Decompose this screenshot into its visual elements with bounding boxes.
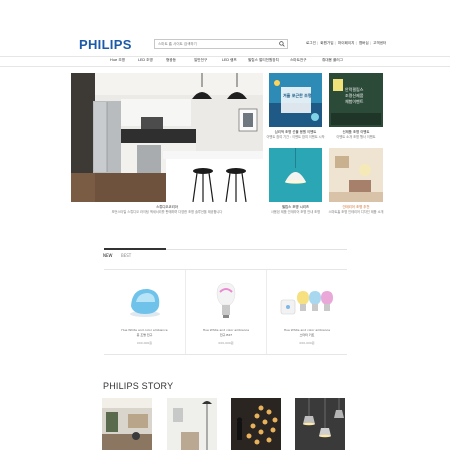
winter-event-image — [269, 73, 322, 127]
hue-go-lamp-image — [130, 288, 160, 317]
promo-banner-line-3: 체험이벤트 — [345, 99, 364, 104]
nav-item-power[interactable]: 필립스 멀티전원장치 — [248, 58, 279, 63]
promo-thumb-3[interactable] — [269, 148, 322, 202]
story-card-3[interactable] — [231, 398, 281, 450]
nav-item-led[interactable]: LED 조명 — [138, 58, 153, 63]
product-sub-3: 스타터 키트 — [299, 333, 315, 337]
promo-thumb-2[interactable]: 안락필립스 조명신제품 체험이벤트 — [329, 73, 383, 127]
story-card-4[interactable] — [295, 398, 345, 450]
story-image-office — [102, 398, 152, 450]
story-image-light-wall — [231, 398, 281, 450]
hero-banner[interactable] — [71, 73, 263, 202]
product-sub-1: 휴 조명 전구 — [136, 333, 153, 337]
util-link-join[interactable]: 회원가입 — [320, 41, 333, 45]
product-card-2[interactable]: Hue White and color ambiance 전구 E27 000,… — [186, 270, 266, 354]
promo-thumb-4[interactable] — [329, 148, 383, 202]
product-card-1[interactable]: Hue White and color ambiance 휴 조명 전구 000… — [104, 270, 185, 354]
tab-new[interactable]: NEW — [103, 253, 112, 258]
search-input[interactable] — [158, 40, 276, 48]
product-price-2: 000,000원 — [218, 341, 234, 345]
philips-logo[interactable]: PHILIPS — [79, 37, 132, 52]
story-image-pendants — [295, 398, 345, 450]
main-nav: Hue 조명 LED 조명 형광등 일반전구 LED 램프 필립스 멀티전원장치… — [0, 56, 450, 66]
util-link-support[interactable]: 고객센터 — [373, 41, 386, 45]
story-image-room — [167, 398, 217, 450]
hue-bulb-image — [216, 282, 236, 318]
hero-description: 모던스타일 스튜디오 라이팅 액세서리를 판매하며 다양한 조명 솔루션을 제공… — [111, 210, 223, 214]
interior-image — [329, 148, 383, 202]
promo-desc-2: 이벤트 소개 조명 행사 이벤트 — [336, 135, 376, 139]
product-name-2: Hue White and color ambiance — [202, 328, 250, 332]
nav-item-led-lamp[interactable]: LED 램프 — [222, 58, 237, 63]
promo-desc-3: 사용된 제품 인테리어 조명 안내 조명 — [270, 210, 321, 214]
util-link-membership[interactable]: 멤버십 — [359, 41, 369, 45]
util-link-login[interactable]: 로그인 — [306, 41, 316, 45]
nav-item-hue[interactable]: Hue 조명 — [110, 58, 125, 63]
search-box[interactable] — [154, 39, 288, 49]
product-card-3[interactable]: Hue White and color ambiance 스타터 키트 000,… — [267, 270, 347, 354]
hue-starter-kit-image — [280, 291, 333, 315]
story-card-2[interactable] — [167, 398, 217, 450]
nav-item-bulb[interactable]: 일반전구 — [194, 58, 207, 63]
nav-item-plug[interactable]: 휴대용 플러그 — [322, 58, 343, 63]
promo-banner-text-1: 겨울 포근한 조명 — [283, 93, 312, 98]
product-price-1: 000,000원 — [136, 341, 153, 345]
product-name-3: Hue White and color ambiance — [283, 328, 331, 332]
nav-item-smart[interactable]: 스마트전구 — [290, 58, 307, 63]
story-card-1[interactable] — [102, 398, 152, 450]
promo-desc-1: 이벤트 참여 기간 : 이벤트 참여 이벤트 시작 — [266, 135, 325, 139]
utility-links: 로그인| 회원가입| 마이페이지| 멤버십| 고객센터 — [306, 41, 387, 45]
product-price-3: 000,000원 — [299, 341, 315, 345]
kitchen-photo — [71, 73, 263, 202]
product-sub-2: 전구 E27 — [219, 333, 233, 337]
nav-item-fluorescent[interactable]: 형광등 — [166, 58, 176, 63]
divider — [0, 66, 450, 67]
search-icon[interactable] — [279, 41, 285, 47]
tab-active-indicator — [104, 248, 166, 250]
promo-thumb-1[interactable]: 겨울 포근한 조명 — [269, 73, 322, 127]
util-link-mypage[interactable]: 마이페이지 — [338, 41, 355, 45]
tab-best[interactable]: BEST — [121, 253, 131, 258]
story-section-title: PHILIPS STORY — [103, 381, 174, 391]
product-name-1: Hue White and color ambiance — [121, 328, 168, 332]
pendant-lamp-image — [269, 148, 322, 202]
promo-desc-4: 스마트홈 조명 인테리어 디자인 제품 소개 — [328, 210, 384, 214]
